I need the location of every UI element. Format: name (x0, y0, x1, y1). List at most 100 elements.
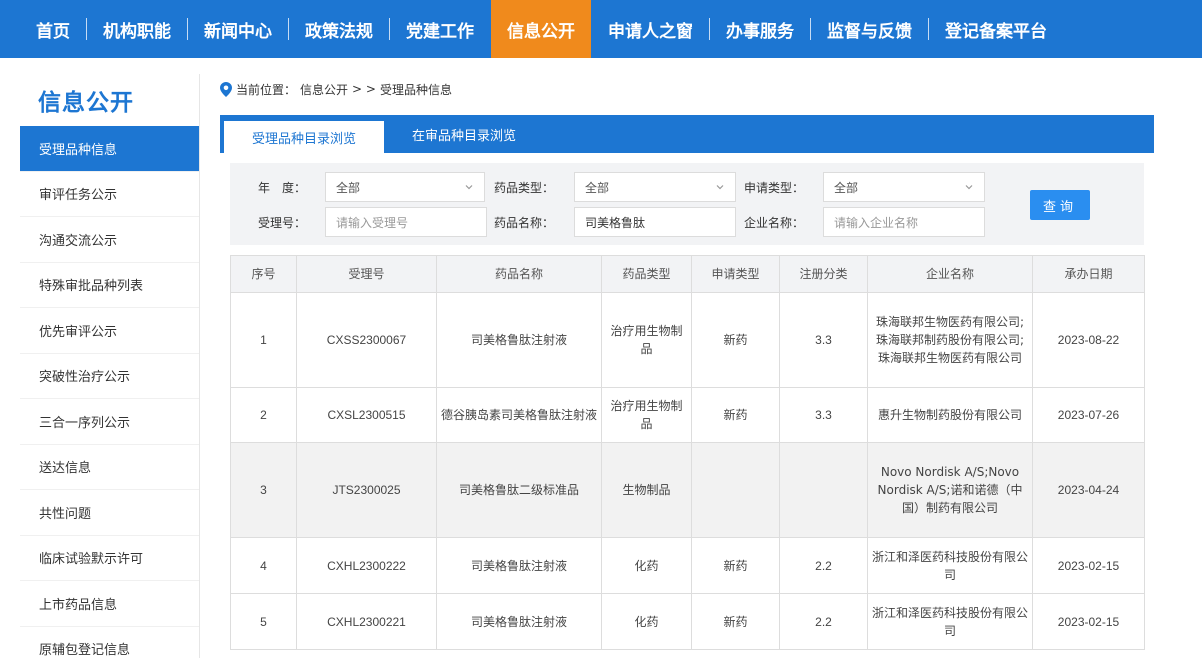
sidebar-item-excipient-registration[interactable]: 原辅包登记信息 (20, 627, 199, 658)
nav-item-party-building[interactable]: 党建工作 (390, 0, 490, 58)
query-button[interactable]: 查询 (1030, 190, 1090, 220)
nav-item-news-center[interactable]: 新闻中心 (188, 0, 288, 58)
filter-panel: 年 度： 全部 药品类型： 全部 申请类型： 全部 受理号： 请输入受理号 药品… (230, 163, 1144, 245)
chevron-down-icon (716, 185, 724, 190)
cell-drug-type: 化药 (601, 593, 692, 650)
breadcrumb-arrows: > > (352, 82, 376, 96)
header-serial: 序号 (230, 255, 297, 293)
nav-item-info-disclosure[interactable]: 信息公开 (491, 0, 591, 58)
table-row[interactable]: 4 CXHL2300222 司美格鲁肽注射液 化药 新药 2.2 浙江和泽医药科… (230, 537, 1145, 594)
year-select-value: 全部 (336, 180, 361, 195)
drug-type-select[interactable]: 全部 (574, 172, 736, 202)
table-row[interactable]: 2 CXSL2300515 德谷胰岛素司美格鲁肽注射液 治疗用生物制品 新药 3… (230, 387, 1145, 443)
cell-apply-type: 新药 (691, 292, 780, 388)
company-input[interactable]: 请输入企业名称 (823, 207, 985, 237)
nav-item-services[interactable]: 办事服务 (710, 0, 810, 58)
apply-type-select[interactable]: 全部 (823, 172, 985, 202)
tab-accepted-catalog[interactable]: 受理品种目录浏览 (224, 118, 385, 153)
breadcrumb-prefix: 当前位置： (236, 82, 297, 97)
nav-item-policies[interactable]: 政策法规 (289, 0, 389, 58)
header-reg-class: 注册分类 (779, 255, 868, 293)
cell-apply-type: 新药 (691, 593, 780, 650)
breadcrumb: 当前位置： 信息公开 > > 受理品种信息 (220, 78, 452, 100)
tab-bar: 受理品种目录浏览 在审品种目录浏览 (220, 115, 1154, 153)
cell-serial: 3 (230, 442, 297, 538)
cell-serial: 2 (230, 387, 297, 443)
accept-no-input[interactable]: 请输入受理号 (325, 207, 487, 237)
cell-date: 2023-04-24 (1032, 442, 1145, 538)
cell-drug-name: 德谷胰岛素司美格鲁肽注射液 (436, 387, 602, 443)
cell-drug-type: 化药 (601, 537, 692, 594)
nav-item-applicant-window[interactable]: 申请人之窗 (592, 0, 709, 58)
sidebar: 信息公开 受理品种信息 审评任务公示 沟通交流公示 特殊审批品种列表 优先审评公… (20, 74, 200, 658)
cell-serial: 4 (230, 537, 297, 594)
cell-reg-class: 2.2 (779, 593, 868, 650)
breadcrumb-section-link[interactable]: 信息公开 (300, 81, 348, 98)
drug-type-select-value: 全部 (585, 180, 610, 195)
chevron-down-icon (465, 185, 473, 190)
cell-company: 惠升生物制药股份有限公司 (867, 387, 1033, 443)
drug-name-input[interactable]: 司美格鲁肽 (574, 207, 736, 237)
nav-item-registration-platform[interactable]: 登记备案平台 (929, 0, 1063, 58)
cell-company: 珠海联邦生物医药有限公司;珠海联邦制药股份有限公司;珠海联邦生物医药有限公司 (867, 292, 1033, 388)
cell-drug-name: 司美格鲁肽注射液 (436, 593, 602, 650)
location-pin-icon (220, 81, 232, 97)
sidebar-item-priority-review[interactable]: 优先审评公示 (20, 308, 199, 354)
cell-drug-name: 司美格鲁肽注射液 (436, 292, 602, 388)
cell-reg-class (779, 442, 868, 538)
cell-company: 浙江和泽医药科技股份有限公司 (867, 537, 1033, 594)
header-accept-no: 受理号 (296, 255, 437, 293)
sidebar-item-communication[interactable]: 沟通交流公示 (20, 217, 199, 263)
year-label: 年 度： (257, 181, 306, 195)
year-select[interactable]: 全部 (325, 172, 485, 202)
sidebar-item-special-approval[interactable]: 特殊审批品种列表 (20, 263, 199, 308)
sidebar-item-breakthrough-therapy[interactable]: 突破性治疗公示 (20, 354, 199, 399)
apply-type-select-value: 全部 (834, 180, 859, 195)
cell-accept-no: CXHL2300222 (296, 537, 437, 594)
cell-accept-no: CXHL2300221 (296, 593, 437, 650)
table-row[interactable]: 5 CXHL2300221 司美格鲁肽注射液 化药 新药 2.2 浙江和泽医药科… (230, 593, 1145, 650)
cell-reg-class: 2.2 (779, 537, 868, 594)
drug-type-label: 药品类型： (494, 181, 555, 195)
cell-drug-name: 司美格鲁肽二级标准品 (436, 442, 602, 538)
cell-serial: 1 (230, 292, 297, 388)
sidebar-item-marketed-drugs[interactable]: 上市药品信息 (20, 581, 199, 627)
header-drug-name: 药品名称 (436, 255, 602, 293)
company-label: 企业名称： (744, 216, 805, 230)
chevron-down-icon (965, 185, 973, 190)
drug-name-label: 药品名称： (494, 216, 555, 230)
sidebar-title: 信息公开 (38, 90, 134, 116)
top-nav: 首页 机构职能 新闻中心 政策法规 党建工作 信息公开 申请人之窗 办事服务 监… (0, 0, 1202, 58)
cell-accept-no: CXSS2300067 (296, 292, 437, 388)
sidebar-item-accepted-varieties[interactable]: 受理品种信息 (20, 126, 199, 172)
cell-apply-type (691, 442, 780, 538)
cell-reg-class: 3.3 (779, 387, 868, 443)
cell-accept-no: CXSL2300515 (296, 387, 437, 443)
cell-company: 浙江和泽医药科技股份有限公司 (867, 593, 1033, 650)
table-row[interactable]: 1 CXSS2300067 司美格鲁肽注射液 治疗用生物制品 新药 3.3 珠海… (230, 292, 1145, 388)
table-header-row: 序号 受理号 药品名称 药品类型 申请类型 注册分类 企业名称 承办日期 (230, 255, 1145, 293)
cell-drug-type: 生物制品 (601, 442, 692, 538)
sidebar-item-three-in-one[interactable]: 三合一序列公示 (20, 399, 199, 445)
sidebar-item-common-issues[interactable]: 共性问题 (20, 490, 199, 536)
cell-date: 2023-08-22 (1032, 292, 1145, 388)
header-company: 企业名称 (867, 255, 1033, 293)
tab-under-review-catalog[interactable]: 在审品种目录浏览 (384, 115, 544, 153)
breadcrumb-current: 受理品种信息 (379, 82, 452, 97)
sidebar-item-delivery-info[interactable]: 送达信息 (20, 445, 199, 490)
cell-date: 2023-02-15 (1032, 537, 1145, 594)
nav-item-home[interactable]: 首页 (20, 0, 86, 58)
header-date: 承办日期 (1032, 255, 1145, 293)
header-drug-type: 药品类型 (601, 255, 692, 293)
cell-drug-type: 治疗用生物制品 (601, 292, 692, 388)
cell-accept-no: JTS2300025 (296, 442, 437, 538)
cell-serial: 5 (230, 593, 297, 650)
sidebar-item-clinical-trial-permit[interactable]: 临床试验默示许可 (20, 536, 199, 581)
cell-date: 2023-07-26 (1032, 387, 1145, 443)
nav-item-org-functions[interactable]: 机构职能 (87, 0, 187, 58)
apply-type-label: 申请类型： (744, 181, 805, 195)
nav-item-supervision-feedback[interactable]: 监督与反馈 (811, 0, 928, 58)
table-row[interactable]: 3 JTS2300025 司美格鲁肽二级标准品 生物制品 Novo Nordis… (230, 442, 1145, 538)
header-apply-type: 申请类型 (691, 255, 780, 293)
sidebar-item-review-tasks[interactable]: 审评任务公示 (20, 172, 199, 217)
